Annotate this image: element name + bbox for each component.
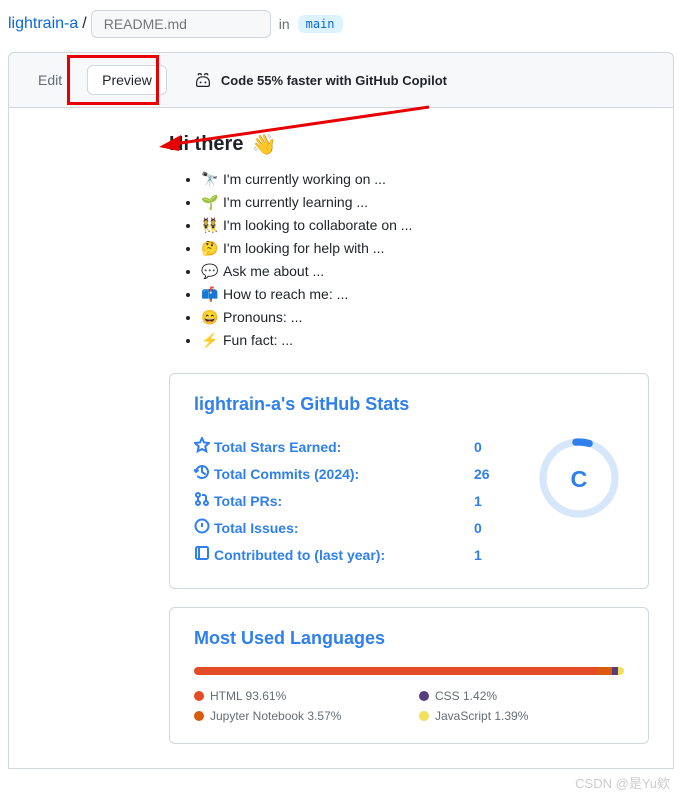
emoji-icon: 😄 [201, 309, 219, 326]
stats-row: Contributed to (last year):1 [194, 541, 504, 568]
separator: / [82, 15, 86, 33]
emoji-icon: 👯 [201, 217, 219, 234]
stats-table: Total Stars Earned:0Total Commits (2024)… [194, 433, 504, 568]
copilot-icon [193, 72, 213, 88]
language-item: Jupyter Notebook 3.57% [194, 709, 399, 723]
list-item-text: Fun fact: ... [223, 332, 293, 348]
stats-label: Total PRs: [214, 493, 474, 509]
language-label: JavaScript 1.39% [435, 709, 528, 723]
stats-label: Total Commits (2024): [214, 466, 474, 482]
language-label: HTML 93.61% [210, 689, 286, 703]
rank-circle: C [534, 433, 624, 523]
language-grid: HTML 93.61% CSS 1.42% Jupyter Notebook 3.5… [194, 689, 624, 723]
emoji-icon: ⚡ [201, 332, 219, 349]
language-item: HTML 93.61% [194, 689, 399, 703]
language-label: Jupyter Notebook 3.57% [210, 709, 341, 723]
language-segment [597, 667, 612, 675]
svg-text:C: C [571, 466, 588, 492]
issue-icon [194, 518, 214, 537]
language-segment [618, 667, 624, 675]
language-bar [194, 667, 624, 675]
readme-list: 🔭I'm currently working on ...🌱I'm curren… [169, 171, 649, 349]
watermark: CSDN @是Yu欸 [575, 773, 670, 792]
list-item: 👯I'm looking to collaborate on ... [201, 217, 649, 234]
emoji-icon: 💬 [201, 263, 219, 280]
copilot-banner[interactable]: Code 55% faster with GitHub Copilot [193, 72, 447, 88]
language-item: CSS 1.42% [419, 689, 624, 703]
languages-card: Most Used Languages HTML 93.61% CSS 1.42%… [169, 607, 649, 744]
languages-title: Most Used Languages [194, 628, 624, 649]
stats-label: Total Stars Earned: [214, 439, 474, 455]
list-item: 📫How to reach me: ... [201, 286, 649, 303]
list-item: 🤔I'm looking for help with ... [201, 240, 649, 257]
repo-link[interactable]: lightrain-a [8, 15, 78, 33]
color-dot-icon [419, 691, 429, 701]
list-item-text: I'm currently learning ... [223, 194, 368, 210]
stats-value: 26 [474, 466, 504, 482]
readme-heading: Hi there 👋 [169, 132, 649, 157]
stats-value: 1 [474, 547, 504, 563]
language-label: CSS 1.42% [435, 689, 497, 703]
list-item: 🌱I'm currently learning ... [201, 194, 649, 211]
stats-value: 0 [474, 439, 504, 455]
toolbar: Edit Preview Code 55% faster with GitHub… [8, 52, 674, 108]
stats-value: 1 [474, 493, 504, 509]
color-dot-icon [194, 691, 204, 701]
stats-label: Total Issues: [214, 520, 474, 536]
list-item: ⚡Fun fact: ... [201, 332, 649, 349]
emoji-icon: 🔭 [201, 171, 219, 188]
color-dot-icon [419, 711, 429, 721]
github-stats-card: lightrain-a's GitHub Stats Total Stars E… [169, 373, 649, 589]
list-item: 💬Ask me about ... [201, 263, 649, 280]
emoji-icon: 🤔 [201, 240, 219, 257]
stats-row: Total Stars Earned:0 [194, 433, 504, 460]
list-item: 😄Pronouns: ... [201, 309, 649, 326]
stats-label: Contributed to (last year): [214, 547, 474, 563]
list-item-text: Ask me about ... [223, 263, 324, 279]
filename-input[interactable] [91, 10, 271, 38]
star-icon [194, 437, 214, 456]
repo-icon [194, 545, 214, 564]
stats-row: Total Issues:0 [194, 514, 504, 541]
branch-badge[interactable]: main [298, 15, 343, 33]
wave-icon: 👋 [251, 132, 276, 157]
language-segment [194, 667, 597, 675]
preview-tab[interactable]: Preview [87, 65, 167, 95]
list-item: 🔭I'm currently working on ... [201, 171, 649, 188]
stats-value: 0 [474, 520, 504, 536]
history-icon [194, 464, 214, 483]
list-item-text: I'm looking to collaborate on ... [223, 217, 412, 233]
stats-title: lightrain-a's GitHub Stats [194, 394, 624, 415]
list-item-text: I'm looking for help with ... [223, 240, 384, 256]
copilot-text: Code 55% faster with GitHub Copilot [221, 73, 447, 88]
list-item-text: I'm currently working on ... [223, 171, 386, 187]
pr-icon [194, 491, 214, 510]
stats-row: Total PRs:1 [194, 487, 504, 514]
list-item-text: Pronouns: ... [223, 309, 302, 325]
readme-body: Hi there 👋 🔭I'm currently working on ...… [9, 132, 673, 744]
list-item-text: How to reach me: ... [223, 286, 348, 302]
color-dot-icon [194, 711, 204, 721]
language-item: JavaScript 1.39% [419, 709, 624, 723]
in-label: in [279, 16, 290, 32]
edit-tab[interactable]: Edit [23, 65, 77, 95]
stats-row: Total Commits (2024):26 [194, 460, 504, 487]
emoji-icon: 📫 [201, 286, 219, 303]
breadcrumb: lightrain-a / in main [0, 0, 682, 44]
preview-content: Hi there 👋 🔭I'm currently working on ...… [8, 108, 674, 769]
emoji-icon: 🌱 [201, 194, 219, 211]
